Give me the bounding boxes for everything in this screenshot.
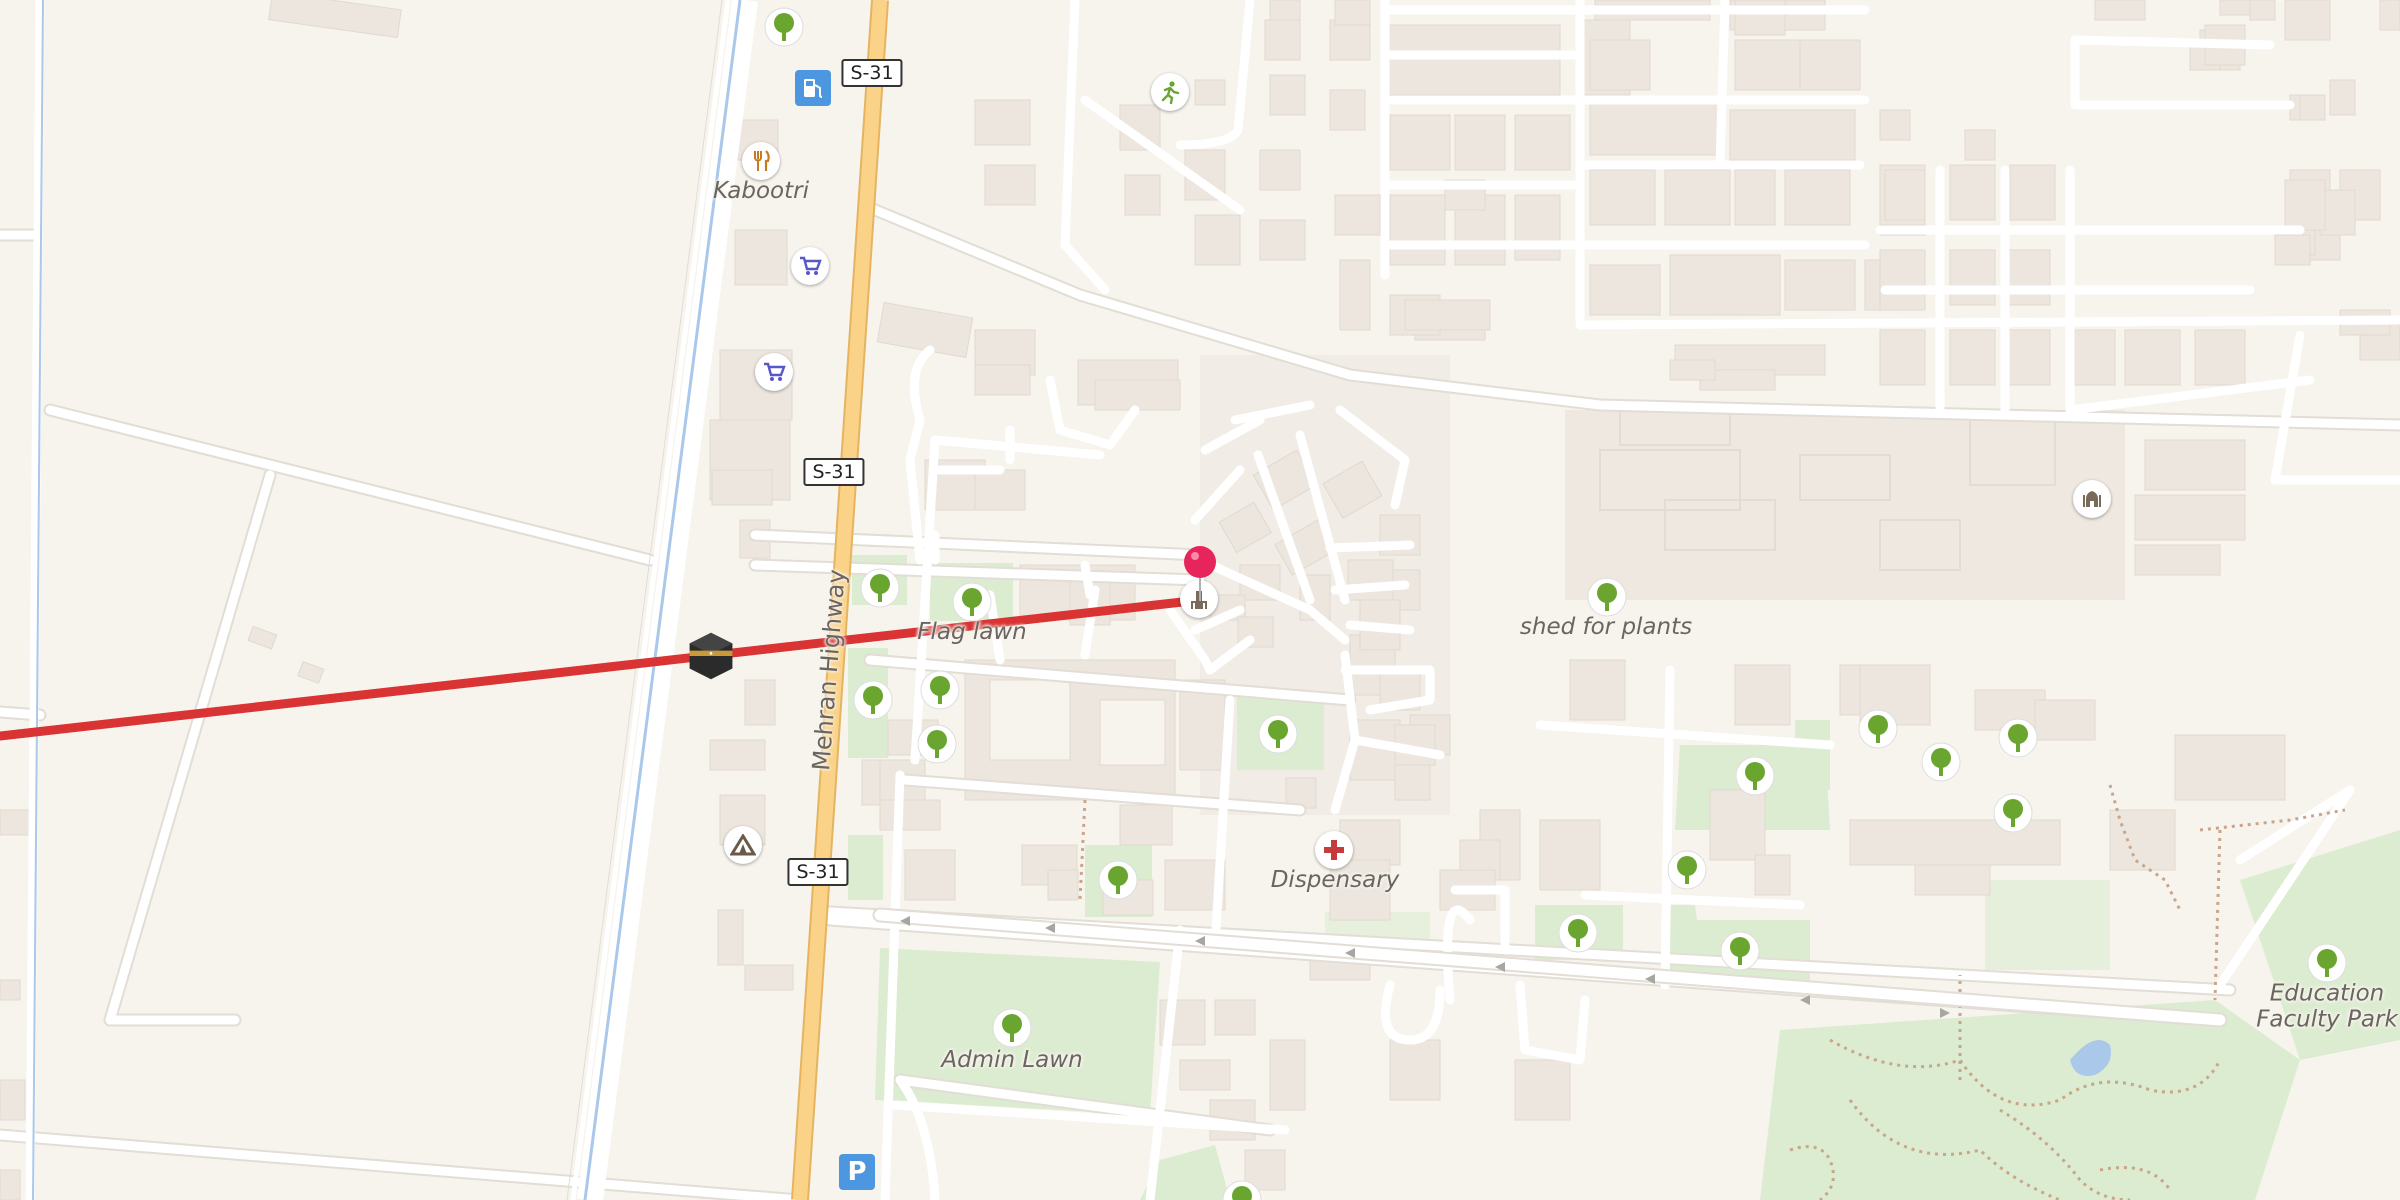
location-pin-icon[interactable] [1183, 545, 1217, 601]
label-kabootri: Kabootri [713, 177, 809, 204]
sports-icon[interactable] [1151, 73, 1189, 111]
shopping-cart-icon[interactable] [791, 247, 829, 285]
compound-area [1565, 410, 2125, 600]
map-canvas[interactable]: Kabootri Flag lawn shed for plants Dispe… [0, 0, 2400, 1200]
hospital-icon[interactable] [1315, 831, 1353, 869]
label-admin-lawn: Admin Lawn [941, 1046, 1083, 1073]
mosque-icon[interactable] [2073, 480, 2111, 518]
restaurant-icon[interactable] [742, 142, 780, 180]
fuel-icon[interactable] [795, 70, 831, 106]
label-education-faculty-park: Education Faculty Park [2256, 981, 2398, 1034]
label-education-line2: Faculty Park [2256, 1007, 2398, 1033]
label-shed-for-plants: shed for plants [1519, 613, 1693, 640]
kaaba-icon[interactable] [686, 631, 736, 681]
camp-icon[interactable] [724, 826, 762, 864]
route-shield-s31-middle: S-31 [803, 458, 865, 486]
parking-icon[interactable]: P [839, 1154, 875, 1190]
route-shield-s31-top: S-31 [841, 59, 903, 87]
label-education-line1: Education [2269, 980, 2385, 1007]
label-dispensary: Dispensary [1270, 866, 1400, 893]
label-flag-lawn: Flag lawn [917, 618, 1027, 645]
shopping-cart-icon[interactable] [755, 353, 793, 391]
route-shield-s31-bottom: S-31 [787, 858, 849, 886]
